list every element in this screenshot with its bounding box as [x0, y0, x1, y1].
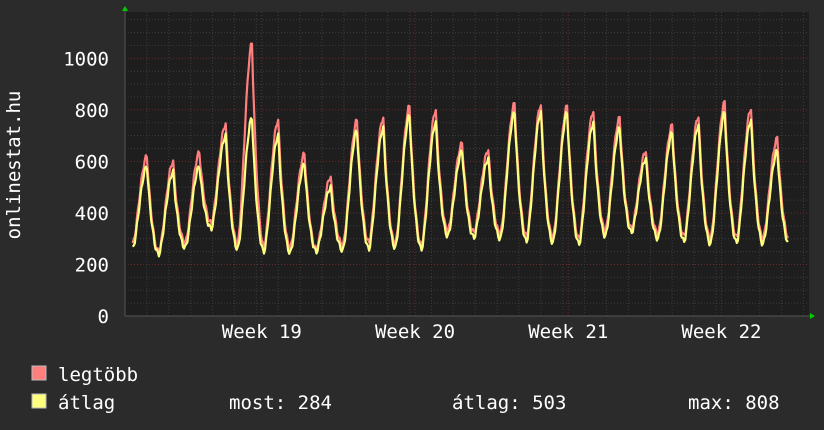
y-tick-label: 400 — [75, 203, 109, 225]
y-tick-label: 0 — [98, 306, 109, 328]
legend-swatch-avg — [31, 393, 47, 409]
y-tick-label: 1000 — [63, 48, 109, 70]
y-tick-label: 600 — [75, 151, 109, 173]
x-tick-label: Week 21 — [528, 321, 608, 343]
y-axis-label: onlinestat.hu — [3, 91, 25, 240]
stat-now: most: 284 — [229, 392, 332, 414]
legend-label-avg: átlag — [58, 392, 115, 414]
legend-swatch-max — [31, 365, 47, 381]
x-tick-label: Week 22 — [681, 321, 761, 343]
legend-label-max: legtöbb — [58, 364, 138, 386]
x-tick-label: Week 20 — [375, 321, 455, 343]
stat-max: max: 808 — [688, 392, 780, 414]
y-tick-label: 800 — [75, 100, 109, 122]
stat-average: átlag: 503 — [452, 392, 566, 414]
x-tick-label: Week 19 — [222, 321, 302, 343]
y-tick-label: 200 — [75, 254, 109, 276]
traffic-chart: 0 200 400 600 800 1000 Week 19 Week 20 Week 21 W… — [0, 0, 824, 430]
